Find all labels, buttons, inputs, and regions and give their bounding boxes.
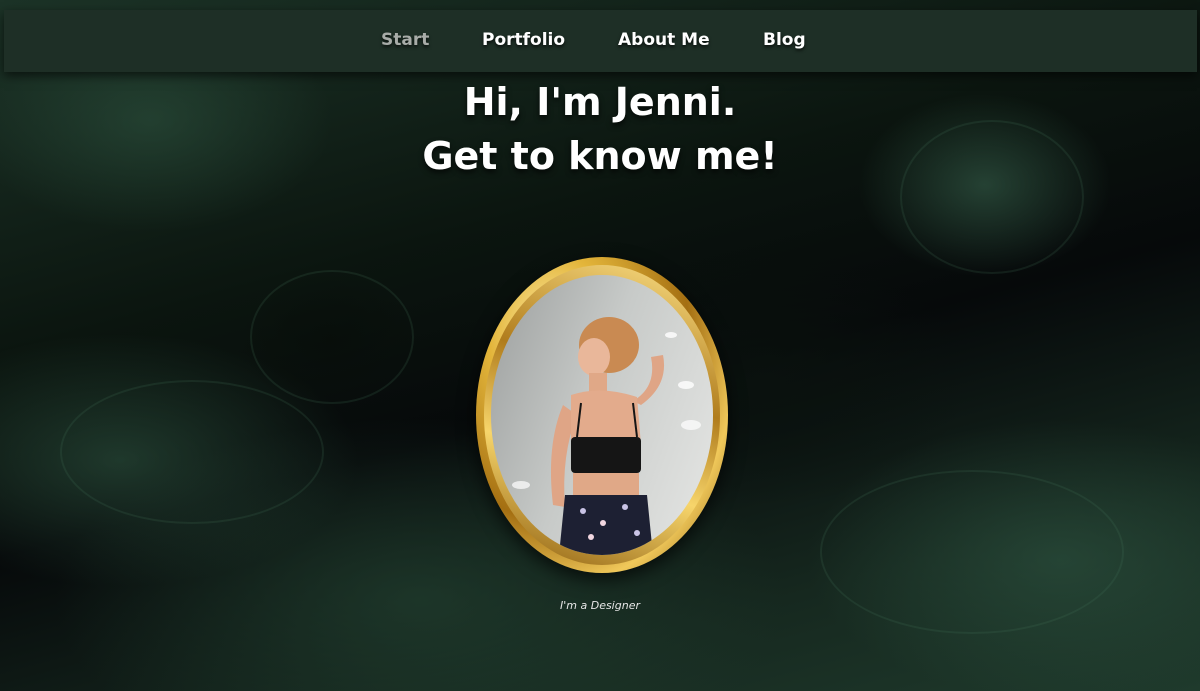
portrait-figure-illustration [512,317,701,555]
top-navigation-bar: Start Portfolio About Me Blog [4,10,1197,72]
nav-link-blog[interactable]: Blog [763,30,806,50]
portrait-gold-frame [476,257,728,573]
hero-heading-line-2: Get to know me! [422,134,778,178]
hero-heading-line-1: Hi, I'm Jenni. [463,80,737,124]
nav-link-start[interactable]: Start [381,30,429,50]
portrait-photo [491,275,713,555]
nav-link-about-me[interactable]: About Me [618,30,710,50]
tagline-text: I'm a Designer [560,599,640,612]
nav-link-portfolio[interactable]: Portfolio [482,30,565,50]
